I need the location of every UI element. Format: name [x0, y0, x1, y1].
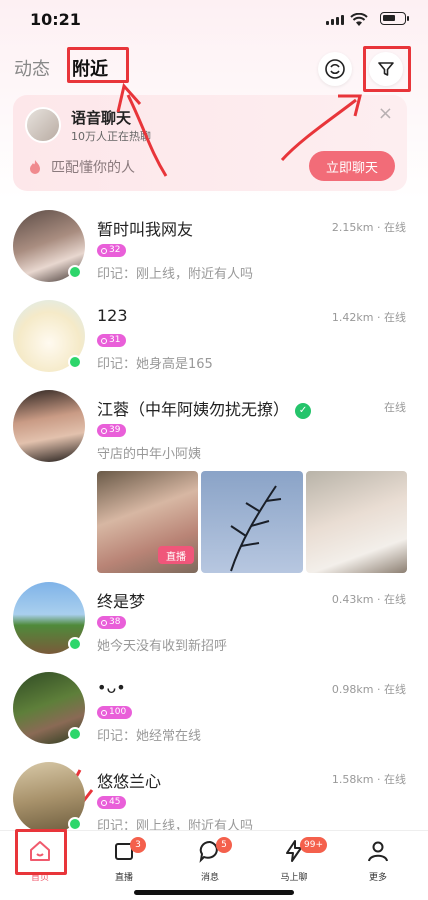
- tab-quick-chat[interactable]: 99+ 马上聊: [264, 837, 327, 883]
- annotation-box-home: [15, 829, 67, 875]
- verified-icon: ✓: [295, 402, 312, 419]
- tab-label: 消息: [200, 873, 219, 883]
- tab-messages[interactable]: 5 消息: [180, 837, 240, 883]
- badge-icon: [101, 247, 107, 254]
- avatar[interactable]: [13, 390, 85, 462]
- quick-chat-count-badge: 99+: [300, 837, 327, 853]
- signal-icon: [326, 15, 344, 25]
- photo[interactable]: [305, 471, 407, 573]
- online-status-dot: [68, 355, 82, 369]
- badge-icon: [101, 709, 107, 716]
- swap-circle-icon: [325, 59, 345, 79]
- voice-match-text: 匹配懂你的人: [51, 160, 135, 176]
- battery-icon: [380, 12, 409, 25]
- level-badge: 31: [97, 334, 127, 347]
- online-status-dot: [68, 265, 82, 279]
- voice-subtitle: 10万人正在热聊: [71, 130, 151, 143]
- tab-live[interactable]: 3 直播: [94, 837, 154, 883]
- user-name: •ᴗ•: [97, 678, 126, 697]
- flame-icon: [30, 160, 40, 174]
- tab-label: 直播: [114, 873, 133, 883]
- start-chat-button[interactable]: 立即聊天: [309, 151, 395, 181]
- tab-label: 马上聊: [280, 873, 308, 883]
- tab-label: 更多: [368, 873, 387, 883]
- badge-icon: [101, 619, 107, 626]
- user-name: 123: [97, 306, 128, 325]
- level-badge: 39: [97, 424, 127, 437]
- annotation-box-tab: [67, 47, 129, 83]
- online-status-dot: [68, 817, 82, 831]
- user-sign: 印记：她经常在线: [97, 729, 202, 744]
- user-distance: 2.15km · 在线: [331, 221, 406, 234]
- tab-dongtai[interactable]: 动态: [14, 55, 50, 81]
- user-sign: 印记：刚上线，附近有人吗: [97, 267, 254, 282]
- live-tag: 直播: [158, 546, 194, 564]
- voice-match: 匹配懂你的人: [27, 157, 135, 177]
- annotation-box-filter: [363, 46, 411, 92]
- online-status-dot: [68, 637, 82, 651]
- level-badge: 38: [97, 616, 127, 629]
- person-icon: [368, 841, 388, 862]
- user-sign: 守店的中年小阿姨: [97, 447, 202, 462]
- online-status-dot: [68, 727, 82, 741]
- status-time: 10:21: [30, 10, 81, 29]
- photo-strip: 直播: [97, 471, 407, 573]
- user-sign: 印记：她身高是165: [97, 357, 213, 372]
- status-bar: 10:21: [0, 0, 428, 40]
- user-distance: 1.42km · 在线: [331, 311, 406, 324]
- tab-more[interactable]: 更多: [348, 839, 408, 883]
- photo[interactable]: 直播: [97, 471, 199, 573]
- user-name: 江蓉（中年阿姨勿扰无撩） ✓: [97, 396, 312, 420]
- badge-icon: [101, 427, 107, 434]
- live-count-badge: 3: [130, 837, 146, 853]
- badge-icon: [101, 337, 107, 344]
- match-button[interactable]: [318, 52, 352, 86]
- user-name: 悠悠兰心: [97, 772, 162, 791]
- voice-avatar: [25, 107, 61, 143]
- user-distance: 1.58km · 在线: [331, 773, 406, 786]
- voice-title: 语音聊天: [71, 109, 132, 127]
- user-sign: 她今天没有收到新招呼: [97, 639, 228, 654]
- user-name: 暂时叫我网友: [97, 220, 194, 239]
- user-name: 终是梦: [97, 592, 146, 611]
- voice-chat-banner[interactable]: 语音聊天 10万人正在热聊 × 匹配懂你的人 立即聊天: [13, 95, 407, 191]
- level-badge: 32: [97, 244, 127, 257]
- plant-silhouette: [230, 485, 282, 572]
- level-badge: 100: [97, 706, 133, 719]
- photo[interactable]: [201, 471, 303, 573]
- wifi-icon: [350, 13, 368, 26]
- user-distance: 0.98km · 在线: [331, 683, 406, 696]
- message-count-badge: 5: [216, 837, 232, 853]
- user-distance: 在线: [384, 401, 406, 414]
- badge-icon: [101, 799, 107, 806]
- home-indicator: [134, 890, 294, 895]
- close-icon[interactable]: ×: [378, 103, 393, 124]
- level-badge: 45: [97, 796, 127, 809]
- user-distance: 0.43km · 在线: [331, 593, 406, 606]
